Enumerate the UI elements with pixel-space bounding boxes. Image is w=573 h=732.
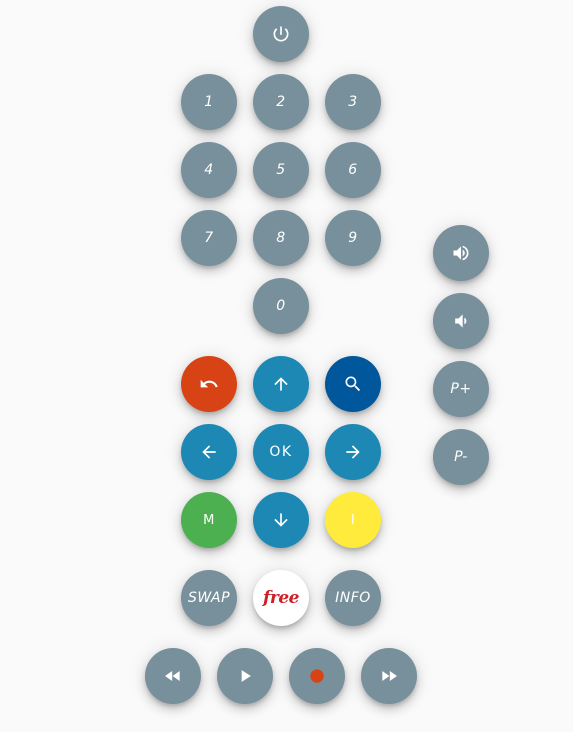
swap-button[interactable]: SWAP xyxy=(181,570,237,626)
play-icon xyxy=(235,666,255,686)
arrow-up-icon xyxy=(271,374,291,394)
fast-forward-button[interactable] xyxy=(361,648,417,704)
digit-3-button[interactable]: 3 xyxy=(325,74,381,130)
power-button[interactable] xyxy=(253,6,309,62)
digit-0-button[interactable]: 0 xyxy=(253,278,309,334)
menu-button[interactable]: M xyxy=(181,492,237,548)
record-icon xyxy=(307,666,327,686)
program-down-button[interactable]: P- xyxy=(433,429,489,485)
swap-label: SWAP xyxy=(187,590,231,606)
digit-9-label: 9 xyxy=(348,230,358,246)
digit-0-label: 0 xyxy=(276,298,286,314)
fast-forward-icon xyxy=(379,666,399,686)
volume-up-icon xyxy=(451,243,471,263)
arrow-down-icon xyxy=(271,510,291,530)
back-button[interactable] xyxy=(181,356,237,412)
program-up-button[interactable]: P+ xyxy=(433,361,489,417)
digit-7-label: 7 xyxy=(204,230,214,246)
digit-7-button[interactable]: 7 xyxy=(181,210,237,266)
digit-1-label: 1 xyxy=(204,94,214,110)
digit-6-button[interactable]: 6 xyxy=(325,142,381,198)
digit-2-label: 2 xyxy=(276,94,286,110)
digit-4-label: 4 xyxy=(204,162,214,178)
down-button[interactable] xyxy=(253,492,309,548)
rewind-button[interactable] xyxy=(145,648,201,704)
program-down-label: P- xyxy=(454,449,468,465)
digit-2-button[interactable]: 2 xyxy=(253,74,309,130)
arrow-right-icon xyxy=(343,442,363,462)
digit-1-button[interactable]: 1 xyxy=(181,74,237,130)
digit-8-button[interactable]: 8 xyxy=(253,210,309,266)
volume-up-button[interactable] xyxy=(433,225,489,281)
search-icon xyxy=(343,374,363,394)
search-button[interactable] xyxy=(325,356,381,412)
record-button[interactable] xyxy=(289,648,345,704)
left-button[interactable] xyxy=(181,424,237,480)
info-label: INFO xyxy=(335,590,371,606)
undo-icon xyxy=(199,374,219,394)
digit-5-label: 5 xyxy=(276,162,286,178)
remote-control: 1 2 3 4 5 6 7 8 9 0 P+ P- OK M I SWAP fr… xyxy=(0,0,573,732)
power-icon xyxy=(271,24,291,44)
up-button[interactable] xyxy=(253,356,309,412)
ok-label: OK xyxy=(269,444,293,460)
program-up-label: P+ xyxy=(450,381,472,397)
digit-6-label: 6 xyxy=(348,162,358,178)
info-button[interactable]: INFO xyxy=(325,570,381,626)
volume-down-button[interactable] xyxy=(433,293,489,349)
rewind-icon xyxy=(163,666,183,686)
digit-3-label: 3 xyxy=(348,94,358,110)
info-colored-button[interactable]: I xyxy=(325,492,381,548)
menu-label: M xyxy=(203,512,215,528)
free-home-button[interactable]: free xyxy=(253,570,309,626)
play-button[interactable] xyxy=(217,648,273,704)
digit-8-label: 8 xyxy=(276,230,286,246)
arrow-left-icon xyxy=(199,442,219,462)
digit-5-button[interactable]: 5 xyxy=(253,142,309,198)
digit-9-button[interactable]: 9 xyxy=(325,210,381,266)
info-colored-label: I xyxy=(350,512,356,528)
digit-4-button[interactable]: 4 xyxy=(181,142,237,198)
free-logo: free xyxy=(263,588,299,608)
right-button[interactable] xyxy=(325,424,381,480)
ok-button[interactable]: OK xyxy=(253,424,309,480)
volume-down-icon xyxy=(451,311,471,331)
